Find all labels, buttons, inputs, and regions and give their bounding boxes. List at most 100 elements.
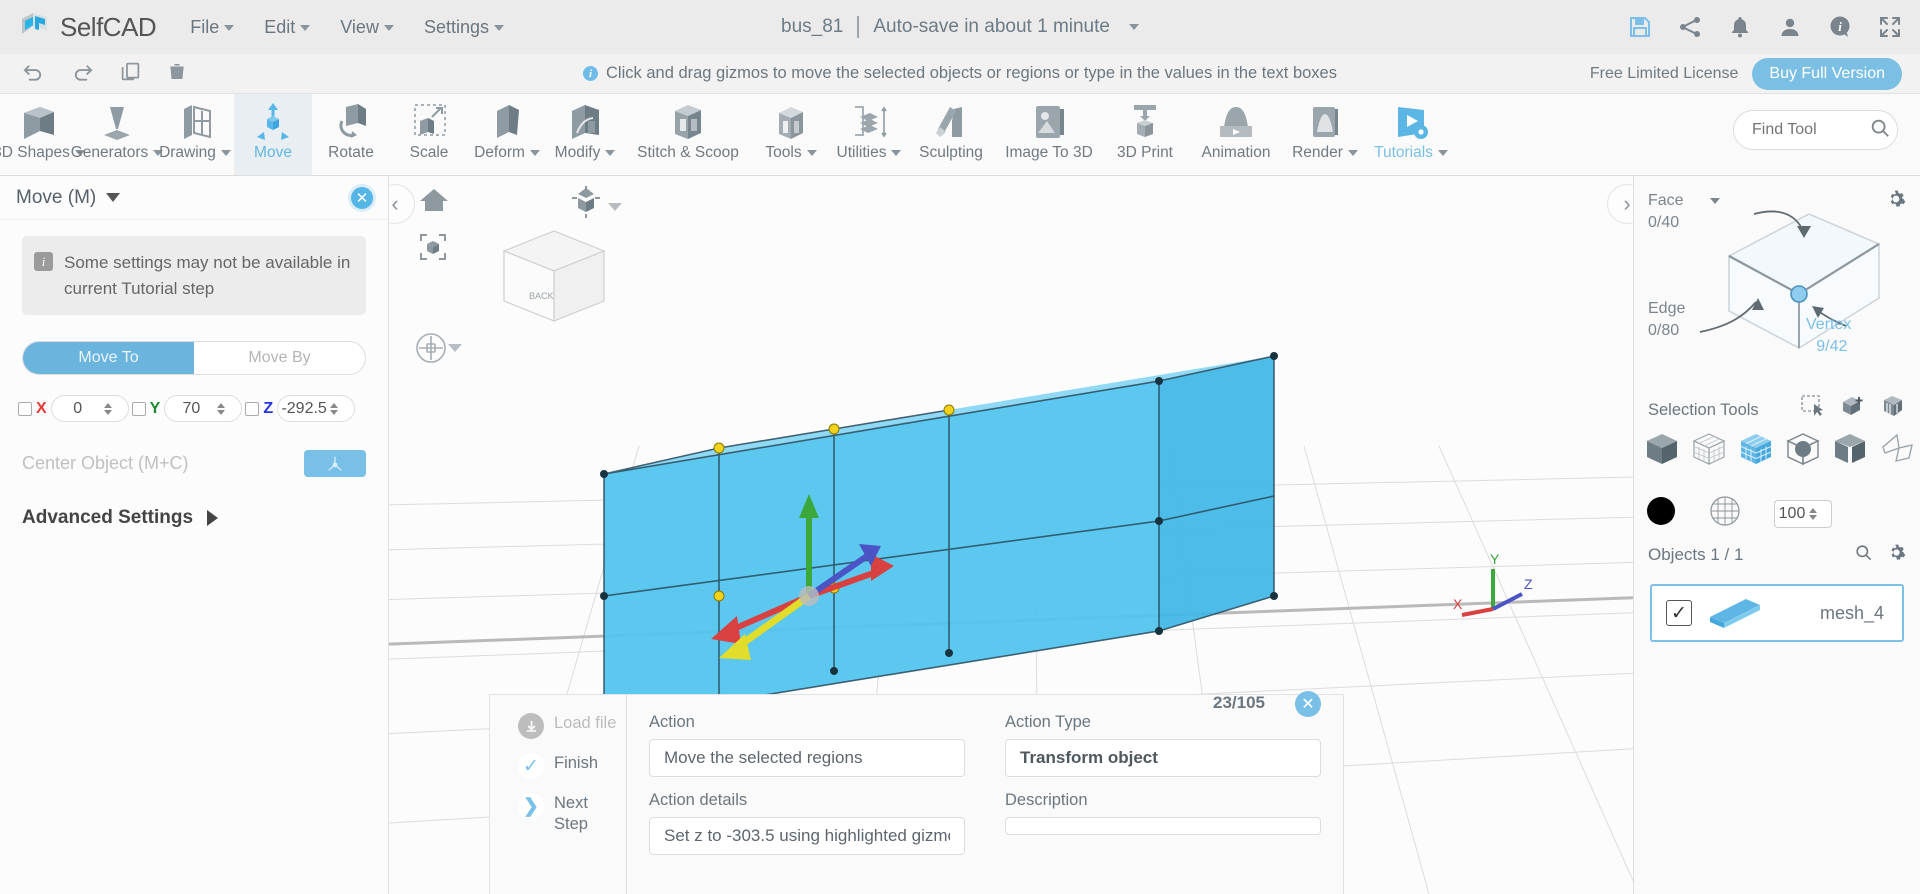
find-tool-input[interactable] [1752,121,1862,139]
axis-z-spin-arrows[interactable] [330,402,345,415]
chevron-down-icon[interactable] [1128,24,1139,30]
delete-icon[interactable] [167,61,187,86]
edge-selector[interactable]: Edge 0/80 [1648,298,1685,341]
tool-tutorials[interactable]: Tutorials [1364,94,1458,175]
fit-to-view-icon[interactable] [419,233,449,266]
chevron-down-icon[interactable] [330,409,339,415]
chevron-up-icon[interactable] [1809,507,1817,513]
chevron-down-icon[interactable] [448,344,462,369]
chevron-down-icon[interactable] [217,409,226,415]
tutorial-step-next[interactable]: ❯ Next Step [518,793,626,834]
tool-render[interactable]: Render [1286,94,1364,175]
redo-icon[interactable] [71,62,94,86]
tool-3d-print[interactable]: 3D Print [1104,94,1186,175]
axis-z-checkbox[interactable] [245,401,260,416]
menu-view[interactable]: View [340,17,394,38]
axis-x-input[interactable] [51,399,104,418]
3d-viewport[interactable]: ‹ › BACK Y X Z Load file ✓ Finish ❯ Next… [389,176,1633,894]
home-icon[interactable] [419,186,449,219]
axis-z-stepper[interactable] [277,395,356,422]
view-orientation-control[interactable] [564,184,622,229]
object-list-item-mesh_4[interactable]: ✓ mesh_4 [1650,584,1904,642]
action-input[interactable] [649,739,965,777]
chevron-up-icon[interactable] [217,402,226,408]
tool-generators[interactable]: Generators [71,94,164,175]
tool-sculpting[interactable]: Sculpting [908,94,994,175]
buy-full-version-button[interactable]: Buy Full Version [1752,57,1902,90]
color-swatch[interactable] [1646,496,1676,531]
object-select-icon[interactable] [1644,431,1680,472]
axis-y-stepper[interactable] [164,395,243,422]
tutorial-step-finish[interactable]: ✓ Finish [518,753,626,779]
undo-icon[interactable] [22,62,45,86]
fullscreen-icon[interactable] [1878,15,1902,39]
face-select-icon[interactable] [1691,431,1727,472]
find-tool-search[interactable] [1733,110,1898,150]
move-by-tab[interactable]: Move By [194,342,365,374]
tool-modify[interactable]: Modify [546,94,624,175]
face-selector[interactable]: Face 0/40 [1648,190,1720,233]
opacity-spin-arrows[interactable] [1809,507,1823,520]
axis-z-input[interactable] [278,399,331,418]
tool-move[interactable]: Move [234,94,312,175]
opacity-input[interactable] [1775,504,1809,523]
action-type-input[interactable] [1005,739,1321,777]
axis-x-spin-arrows[interactable] [103,402,119,415]
menu-settings[interactable]: Settings [424,17,504,38]
search-icon[interactable] [1869,117,1891,144]
tool-scale[interactable]: Scale [390,94,468,175]
chevron-down-icon[interactable] [106,193,121,202]
user-account-icon[interactable] [1778,15,1802,39]
menu-file[interactable]: File [190,17,235,38]
description-input[interactable] [1005,817,1321,835]
save-icon[interactable] [1628,15,1652,39]
share-icon[interactable] [1678,15,1702,39]
chevron-up-icon[interactable] [330,402,339,408]
texture-sphere-icon[interactable] [1710,496,1740,531]
object-visibility-checkbox[interactable]: ✓ [1666,600,1692,626]
chevron-down-icon[interactable] [103,409,112,415]
autosave-status[interactable]: Auto-save in about 1 minute [873,16,1110,38]
tool-drawing[interactable]: Drawing [156,94,234,175]
advanced-settings-row[interactable]: Advanced Settings [22,507,366,529]
tool-deform[interactable]: Deform [468,94,546,175]
tutorial-step-load-file[interactable]: Load file [518,713,626,739]
tool-rotate[interactable]: Rotate [312,94,390,175]
add-select-icon[interactable] [1840,394,1866,423]
chevron-up-icon[interactable] [103,402,112,408]
menu-edit[interactable]: Edit [264,17,311,38]
polygon-select-icon[interactable] [1879,431,1915,472]
axis-y-checkbox[interactable] [131,401,146,416]
axis-y-input[interactable] [165,399,218,418]
close-panel-button[interactable]: ✕ [351,186,373,209]
app-logo[interactable]: SelfCAD [18,10,157,44]
info-icon[interactable]: i [1828,15,1852,39]
notifications-bell-icon[interactable] [1728,15,1752,39]
tool-image-to-3d[interactable]: Image To 3D [994,94,1104,175]
chevron-down-icon[interactable] [608,203,622,228]
tool-tools[interactable]: Tools [752,94,830,175]
close-tutorial-button[interactable]: ✕ [1295,691,1321,717]
region-select-icon[interactable] [1832,431,1868,472]
tool-animation[interactable]: Animation [1186,94,1286,175]
tool-3d-shapes[interactable]: 3D Shapes [0,94,85,175]
search-icon[interactable] [1854,543,1873,567]
opacity-stepper[interactable] [1774,499,1832,528]
copy-icon[interactable] [120,61,141,86]
axis-y-spin-arrows[interactable] [217,402,232,415]
gear-icon[interactable] [1887,543,1906,567]
vertex-selector[interactable]: Vertex 9/42 [1806,314,1851,357]
chevron-down-icon[interactable] [1809,514,1817,520]
through-select-icon[interactable] [1880,394,1906,423]
tool-utilities[interactable]: Utilities [830,94,908,175]
tool-stitch-scoop[interactable]: Stitch & Scoop [624,94,752,175]
axis-x-stepper[interactable] [50,395,129,422]
rect-select-icon[interactable] [1800,394,1826,423]
move-to-tab[interactable]: Move To [23,342,194,374]
vertex-select-icon[interactable] [1738,431,1774,472]
center-object-button[interactable] [304,450,366,477]
orbit-control[interactable] [414,331,462,370]
chevron-down-icon[interactable] [1709,197,1720,204]
sphere-select-icon[interactable] [1785,431,1821,472]
action-details-input[interactable] [649,817,965,855]
